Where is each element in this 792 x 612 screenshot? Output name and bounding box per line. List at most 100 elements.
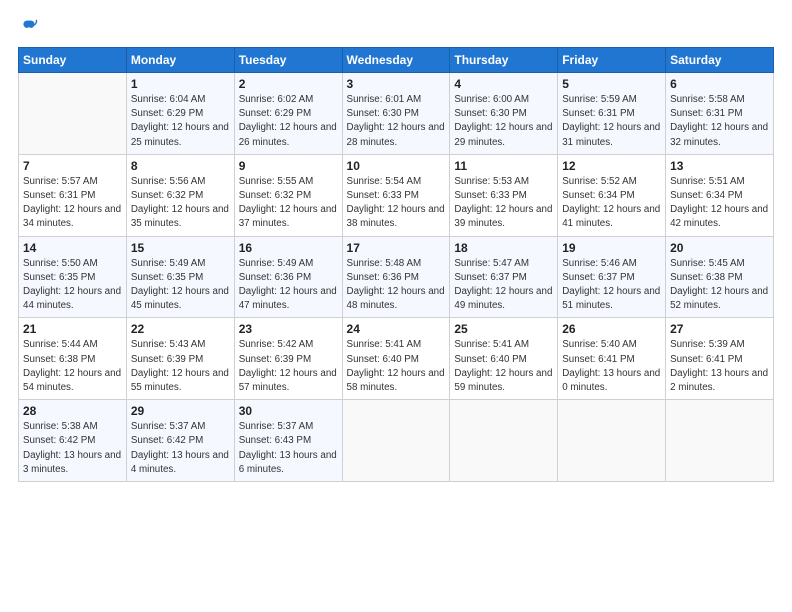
- day-number: 23: [239, 322, 338, 336]
- day-number: 9: [239, 159, 338, 173]
- page: SundayMondayTuesdayWednesdayThursdayFrid…: [0, 0, 792, 612]
- calendar-cell: 12 Sunrise: 5:52 AMSunset: 6:34 PMDayligh…: [558, 154, 666, 236]
- calendar-week-row: 21 Sunrise: 5:44 AMSunset: 6:38 PMDayligh…: [19, 318, 774, 400]
- logo-bird-icon: [20, 18, 38, 36]
- day-number: 5: [562, 77, 661, 91]
- calendar-header-row: SundayMondayTuesdayWednesdayThursdayFrid…: [19, 48, 774, 73]
- calendar-table: SundayMondayTuesdayWednesdayThursdayFrid…: [18, 47, 774, 482]
- day-number: 10: [347, 159, 446, 173]
- calendar-cell: 28 Sunrise: 5:38 AMSunset: 6:42 PMDayligh…: [19, 400, 127, 482]
- day-number: 12: [562, 159, 661, 173]
- calendar-cell: 21 Sunrise: 5:44 AMSunset: 6:38 PMDayligh…: [19, 318, 127, 400]
- day-info: Sunrise: 5:49 AMSunset: 6:36 PMDaylight:…: [239, 257, 338, 314]
- day-info: Sunrise: 5:49 AMSunset: 6:35 PMDaylight:…: [131, 257, 230, 314]
- calendar-header-wednesday: Wednesday: [342, 48, 450, 73]
- day-number: 15: [131, 241, 230, 255]
- day-info: Sunrise: 5:44 AMSunset: 6:38 PMDaylight:…: [23, 338, 122, 395]
- calendar-cell: 19Sunrise: 5:46 AMSunset: 6:37 PMDayligh…: [558, 236, 666, 318]
- calendar-header-thursday: Thursday: [450, 48, 558, 73]
- day-number: 29: [131, 404, 230, 418]
- day-info: Sunrise: 5:57 AMSunset: 6:31 PMDaylight:…: [23, 175, 122, 232]
- logo-text: [18, 16, 38, 37]
- calendar-cell: 8 Sunrise: 5:56 AMSunset: 6:32 PMDaylight…: [126, 154, 234, 236]
- day-number: 19: [562, 241, 661, 255]
- calendar-cell: 26 Sunrise: 5:40 AMSunset: 6:41 PMDayligh…: [558, 318, 666, 400]
- day-number: 14: [23, 241, 122, 255]
- day-number: 24: [347, 322, 446, 336]
- day-info: Sunrise: 5:58 AMSunset: 6:31 PMDaylight:…: [670, 93, 769, 150]
- calendar-cell: 13 Sunrise: 5:51 AMSunset: 6:34 PMDayligh…: [666, 154, 774, 236]
- calendar-header-friday: Friday: [558, 48, 666, 73]
- calendar-header-monday: Monday: [126, 48, 234, 73]
- calendar-cell: 23 Sunrise: 5:42 AMSunset: 6:39 PMDayligh…: [234, 318, 342, 400]
- day-number: 28: [23, 404, 122, 418]
- day-number: 7: [23, 159, 122, 173]
- calendar-cell: 11Sunrise: 5:53 AMSunset: 6:33 PMDayligh…: [450, 154, 558, 236]
- day-info: Sunrise: 5:42 AMSunset: 6:39 PMDaylight:…: [239, 338, 338, 395]
- calendar-week-row: 7 Sunrise: 5:57 AMSunset: 6:31 PMDaylight…: [19, 154, 774, 236]
- day-info: Sunrise: 5:41 AMSunset: 6:40 PMDaylight:…: [454, 338, 553, 395]
- calendar-cell: 22 Sunrise: 5:43 AMSunset: 6:39 PMDayligh…: [126, 318, 234, 400]
- day-number: 25: [454, 322, 553, 336]
- day-number: 6: [670, 77, 769, 91]
- calendar-cell: 17 Sunrise: 5:48 AMSunset: 6:36 PMDayligh…: [342, 236, 450, 318]
- day-info: Sunrise: 5:54 AMSunset: 6:33 PMDaylight:…: [347, 175, 446, 232]
- calendar-cell: [342, 400, 450, 482]
- day-info: Sunrise: 5:48 AMSunset: 6:36 PMDaylight:…: [347, 257, 446, 314]
- day-number: 18: [454, 241, 553, 255]
- calendar-cell: 15 Sunrise: 5:49 AMSunset: 6:35 PMDayligh…: [126, 236, 234, 318]
- day-info: Sunrise: 5:38 AMSunset: 6:42 PMDaylight:…: [23, 420, 122, 477]
- calendar-cell: 18Sunrise: 5:47 AMSunset: 6:37 PMDayligh…: [450, 236, 558, 318]
- day-number: 11: [454, 159, 553, 173]
- day-number: 8: [131, 159, 230, 173]
- calendar-cell: 25 Sunrise: 5:41 AMSunset: 6:40 PMDayligh…: [450, 318, 558, 400]
- day-number: 4: [454, 77, 553, 91]
- calendar-cell: 9 Sunrise: 5:55 AMSunset: 6:32 PMDaylight…: [234, 154, 342, 236]
- calendar-cell: 20Sunrise: 5:45 AMSunset: 6:38 PMDayligh…: [666, 236, 774, 318]
- day-info: Sunrise: 5:59 AMSunset: 6:31 PMDaylight:…: [562, 93, 661, 150]
- day-number: 20: [670, 241, 769, 255]
- day-info: Sunrise: 6:00 AMSunset: 6:30 PMDaylight:…: [454, 93, 553, 150]
- day-number: 22: [131, 322, 230, 336]
- day-number: 26: [562, 322, 661, 336]
- calendar-header-tuesday: Tuesday: [234, 48, 342, 73]
- day-info: Sunrise: 6:01 AMSunset: 6:30 PMDaylight:…: [347, 93, 446, 150]
- calendar-cell: [450, 400, 558, 482]
- day-number: 30: [239, 404, 338, 418]
- calendar-cell: 7 Sunrise: 5:57 AMSunset: 6:31 PMDaylight…: [19, 154, 127, 236]
- day-info: Sunrise: 5:56 AMSunset: 6:32 PMDaylight:…: [131, 175, 230, 232]
- calendar-week-row: 14 Sunrise: 5:50 AMSunset: 6:35 PMDayligh…: [19, 236, 774, 318]
- calendar-cell: [558, 400, 666, 482]
- calendar-cell: 3 Sunrise: 6:01 AMSunset: 6:30 PMDaylight…: [342, 73, 450, 155]
- day-info: Sunrise: 5:43 AMSunset: 6:39 PMDaylight:…: [131, 338, 230, 395]
- header: [18, 16, 774, 37]
- calendar-cell: 5 Sunrise: 5:59 AMSunset: 6:31 PMDaylight…: [558, 73, 666, 155]
- day-number: 3: [347, 77, 446, 91]
- calendar-cell: 16 Sunrise: 5:49 AMSunset: 6:36 PMDayligh…: [234, 236, 342, 318]
- day-info: Sunrise: 5:51 AMSunset: 6:34 PMDaylight:…: [670, 175, 769, 232]
- calendar-cell: 2Sunrise: 6:02 AMSunset: 6:29 PMDaylight…: [234, 73, 342, 155]
- logo: [18, 16, 38, 37]
- calendar-cell: 30Sunrise: 5:37 AMSunset: 6:43 PMDayligh…: [234, 400, 342, 482]
- calendar-header-saturday: Saturday: [666, 48, 774, 73]
- day-info: Sunrise: 6:04 AMSunset: 6:29 PMDaylight:…: [131, 93, 230, 150]
- day-info: Sunrise: 5:37 AMSunset: 6:42 PMDaylight:…: [131, 420, 230, 477]
- day-number: 13: [670, 159, 769, 173]
- day-number: 17: [347, 241, 446, 255]
- calendar-cell: 6 Sunrise: 5:58 AMSunset: 6:31 PMDaylight…: [666, 73, 774, 155]
- day-number: 1: [131, 77, 230, 91]
- day-info: Sunrise: 5:39 AMSunset: 6:41 PMDaylight:…: [670, 338, 769, 395]
- calendar-cell: 1 Sunrise: 6:04 AMSunset: 6:29 PMDaylight…: [126, 73, 234, 155]
- calendar-cell: [666, 400, 774, 482]
- calendar-week-row: 28 Sunrise: 5:38 AMSunset: 6:42 PMDayligh…: [19, 400, 774, 482]
- calendar-cell: [19, 73, 127, 155]
- day-number: 16: [239, 241, 338, 255]
- day-number: 21: [23, 322, 122, 336]
- calendar-header-sunday: Sunday: [19, 48, 127, 73]
- day-number: 2: [239, 77, 338, 91]
- day-info: Sunrise: 5:55 AMSunset: 6:32 PMDaylight:…: [239, 175, 338, 232]
- day-info: Sunrise: 5:52 AMSunset: 6:34 PMDaylight:…: [562, 175, 661, 232]
- day-info: Sunrise: 5:50 AMSunset: 6:35 PMDaylight:…: [23, 257, 122, 314]
- day-info: Sunrise: 5:41 AMSunset: 6:40 PMDaylight:…: [347, 338, 446, 395]
- day-info: Sunrise: 5:40 AMSunset: 6:41 PMDaylight:…: [562, 338, 661, 395]
